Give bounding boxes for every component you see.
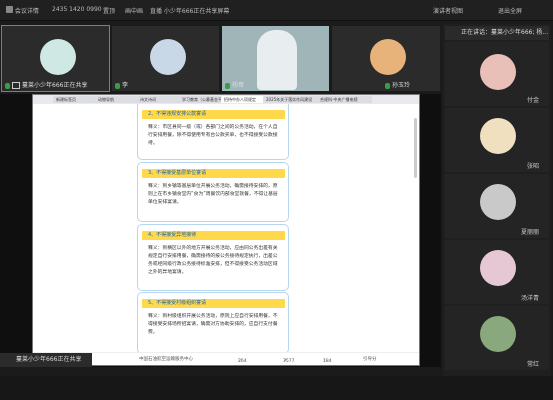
rule-card: 5、不得接受村级组织宴请 释义：到村级组织开展公务活动，原则上应自行安排用餐，不…	[137, 292, 289, 352]
mic-icon	[384, 82, 390, 89]
share-title: 直播 小少年666正在共享屏幕	[150, 8, 230, 15]
video-tile-yangge[interactable]: 杨哥	[222, 26, 329, 91]
fav-label[interactable]: 引导分	[363, 356, 377, 362]
participant-tile[interactable]: 夏丽丽	[445, 174, 549, 238]
video-tile-presenter[interactable]: 蔓莱小少年666正在共享	[1, 25, 110, 92]
divider	[0, 20, 553, 21]
browser-tab[interactable]: 2025年关于落实作风建设	[263, 96, 318, 103]
top-bar: 会议详情 2435 1420 0990 置顶 画中画 直播 小少年666正在共享…	[0, 0, 553, 20]
source-label: 中国石油航空运输服务中心	[139, 357, 193, 362]
participant-tile[interactable]: 付金	[445, 42, 549, 106]
video-tile-sun[interactable]: 孙玉玲	[332, 26, 440, 91]
participant-sidebar: 正在讲话：蔓莱小少年666; 杨... 付金 张昭 夏丽丽 汤洋青 常红	[443, 24, 551, 376]
avatar	[480, 316, 516, 352]
participant-tile[interactable]: 张昭	[445, 108, 549, 172]
browser-tab[interactable]: 动物导航	[95, 96, 138, 103]
meeting-id: 2435 1420 0990	[52, 6, 102, 13]
rule-card: 3、不得接受基层单位宴请 释义：到乡镇等基层单位开展公务活动，确需接待安排的，原…	[137, 162, 289, 222]
avatar	[480, 250, 516, 286]
avatar	[480, 54, 516, 90]
tab-strip: 新建标签页 动物导航 诗文诗词 学习教育（公募基金平台） 招待中办八项规定 20…	[33, 95, 419, 104]
shared-screen: 新建标签页 动物导航 诗文诗词 学习教育（公募基金平台） 招待中办八项规定 20…	[0, 94, 441, 367]
participant-tile[interactable]: 常红	[445, 306, 549, 370]
share-status-badge: 蔓莱小少年666正在共享	[0, 353, 92, 367]
meeting-info-item[interactable]: 会议详情	[6, 6, 39, 15]
browser-tab[interactable]: 诗文诗词	[137, 96, 180, 103]
exit-fullscreen-button[interactable]: 退出全屏	[498, 6, 522, 15]
avatar	[480, 118, 516, 154]
scrollbar[interactable]	[414, 118, 417, 178]
avatar	[480, 184, 516, 220]
info-icon	[6, 6, 13, 13]
browser-tab[interactable]: 合规科-中央广播电视	[317, 96, 372, 103]
rule-card: 4、不得接受异地接待 释义：到横区以外的地方开展公务活动，应由同公务出差有关规定…	[137, 224, 289, 291]
avatar	[370, 39, 406, 75]
camera-feed	[257, 30, 297, 90]
video-tile-li[interactable]: 李	[112, 26, 219, 91]
mic-icon	[115, 82, 120, 89]
screen-share-icon	[12, 82, 20, 89]
browser-tab-active[interactable]: 招待中办八项规定	[221, 96, 264, 103]
mic-icon	[5, 82, 10, 89]
mic-icon	[225, 82, 230, 89]
pin-item[interactable]: 置顶	[103, 6, 115, 15]
browser-tab[interactable]: 新建标签页	[53, 96, 96, 103]
rule-card: 2、不得违规安排公款宴请 释义：市区县同一级（或）各部门之间的公务活动，在个人自…	[137, 104, 289, 160]
participant-tile[interactable]: 汤洋青	[445, 240, 549, 304]
avatar	[150, 39, 186, 75]
speaker-view-button[interactable]: 演讲者视图	[433, 6, 463, 15]
browser-tab[interactable]: 学习教育（公募基金平台）	[179, 96, 222, 103]
bottom-bar	[0, 376, 553, 400]
avatar	[40, 39, 76, 75]
pip-item[interactable]: 画中画	[125, 6, 143, 15]
browser-window: 新建标签页 动物导航 诗文诗词 学习教育（公募基金平台） 招待中办八项规定 20…	[32, 94, 420, 366]
speaking-indicator: 正在讲话：蔓莱小少年666; 杨...	[445, 26, 549, 40]
article-page: 2、不得违规安排公款宴请 释义：市区县同一级（或）各部门之间的公务活动，在个人自…	[33, 104, 419, 352]
